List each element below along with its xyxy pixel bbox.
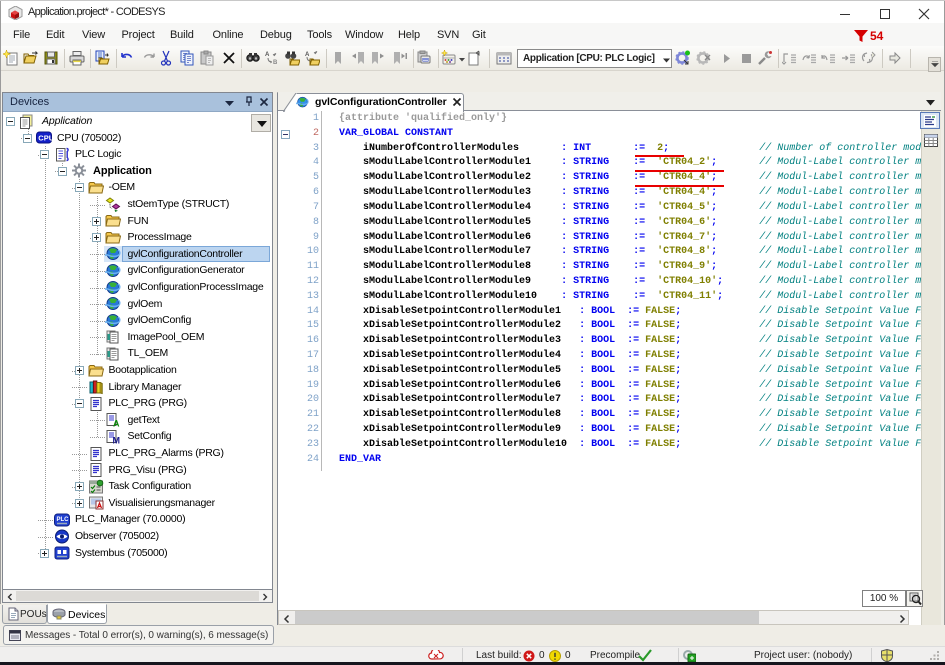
svg-text:A: A (265, 52, 270, 58)
svg-text:M: M (113, 435, 121, 445)
svg-text:B: B (273, 60, 278, 66)
svg-text:PLC: PLC (57, 517, 70, 523)
svg-text:CPU: CPU (38, 134, 52, 143)
svg-text:A: A (113, 419, 120, 429)
